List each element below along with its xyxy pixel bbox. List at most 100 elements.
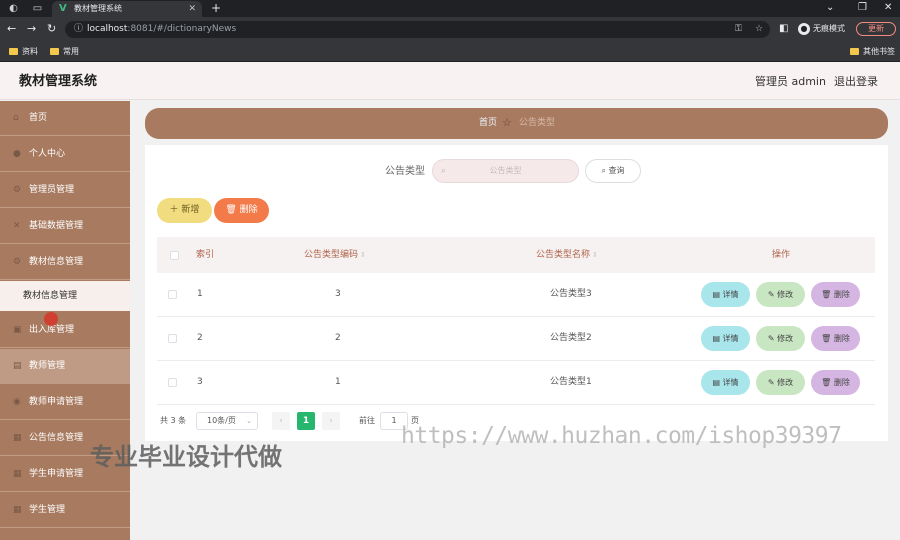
circle-icon: ◉ (13, 397, 21, 407)
bookmark-folder-ziliao[interactable]: 资料 (9, 46, 38, 57)
bookmark-folder-changyong[interactable]: 常用 (50, 46, 79, 57)
sidebar-item-inventory[interactable]: ▣ 出入库管理 (0, 313, 130, 348)
main-panel: 公告类型 ⌕ 公告类型 ⌕ 查询 ＋ 新增 🗑 删除 索引 公告类型编码 ⇕ 公告… (145, 145, 888, 441)
cell-name: 公告类型2 (550, 333, 592, 343)
vue-favicon-icon: V (59, 3, 67, 14)
home-icon: ⌂ (13, 113, 19, 123)
prev-page-button[interactable]: ‹ (272, 412, 290, 430)
side-panel-icon[interactable]: ◧ (779, 23, 788, 35)
breadcrumb: 首页 ☆ 公告类型 (145, 108, 888, 139)
gear-icon: ⚙ (13, 185, 22, 195)
sort-icon[interactable]: ⇕ (592, 251, 598, 259)
detail-button[interactable]: ▤ 详情 (701, 370, 750, 395)
tab-strip-icon[interactable]: ▭ (32, 3, 43, 14)
detail-button[interactable]: ▤ 详情 (701, 282, 750, 307)
pagination-total: 共 3 条 (160, 416, 187, 425)
app-header: 教材管理系统 管理员 admin 退出登录 (0, 62, 900, 100)
cell-code: 3 (335, 289, 341, 299)
reload-icon[interactable]: ↻ (47, 23, 56, 35)
edit-button[interactable]: ✎ 修改 (756, 282, 805, 307)
column-header-code[interactable]: 公告类型编码 ⇕ (304, 250, 366, 261)
query-button[interactable]: ⌕ 查询 (585, 159, 641, 183)
search-input[interactable]: ⌕ 公告类型 (432, 159, 579, 183)
sort-icon[interactable]: ⇕ (360, 251, 366, 259)
sidebar-item-textbook[interactable]: ⚙ 教材信息管理 (0, 245, 130, 280)
sidebar-subitem-label: 教材信息管理 (23, 291, 78, 301)
sidebar-item-label: 学生申请管理 (29, 469, 84, 479)
table-header: 索引 公告类型编码 ⇕ 公告类型名称 ⇕ 操作 (157, 237, 875, 273)
row-checkbox[interactable] (168, 334, 177, 343)
other-bookmarks[interactable]: 其他书签 (850, 46, 895, 57)
row-delete-button[interactable]: 🗑 删除 (811, 282, 860, 307)
row-delete-label: 删除 (833, 290, 850, 299)
sidebar-item-label: 教材信息管理 (29, 257, 84, 267)
sidebar-item-label: 个人中心 (29, 149, 66, 159)
logout-link[interactable]: 退出登录 (834, 75, 878, 89)
row-checkbox[interactable] (168, 290, 177, 299)
cell-index: 1 (197, 289, 203, 299)
grid-icon: ▦ (13, 433, 22, 443)
folder-icon (9, 48, 18, 55)
url-input[interactable]: ⓘ localhost:8081/#/dictionaryNews ⚿ ☆ (65, 21, 770, 38)
new-tab-icon[interactable]: + (211, 2, 221, 14)
browser-address-bar: ← → ↻ ⓘ localhost:8081/#/dictionaryNews … (0, 17, 900, 42)
sidebar-item-teacher[interactable]: ▤ 教师管理 (0, 349, 130, 384)
window-close-icon[interactable]: ✕ (884, 2, 892, 14)
browser-menu-icon[interactable]: ◐ (8, 3, 19, 14)
breadcrumb-home[interactable]: 首页 (479, 118, 497, 129)
back-icon[interactable]: ← (7, 23, 16, 35)
row-checkbox[interactable] (168, 378, 177, 387)
sidebar-item-label: 首页 (29, 113, 48, 123)
edit-button[interactable]: ✎ 修改 (756, 326, 805, 351)
detail-label: 详情 (722, 378, 739, 387)
sidebar-item-label: 教师申请管理 (29, 397, 84, 407)
detail-button[interactable]: ▤ 详情 (701, 326, 750, 351)
box-icon: ▣ (13, 325, 22, 335)
column-header-name-label: 公告类型名称 (536, 250, 591, 260)
forward-icon[interactable]: → (27, 23, 36, 35)
cell-code: 1 (335, 377, 341, 387)
sidebar-item-home[interactable]: ⌂ 首页 (0, 101, 130, 136)
tab-close-icon[interactable]: ✕ (188, 4, 196, 14)
sidebar-item-label: 出入库管理 (29, 325, 75, 335)
sidebar-item-student[interactable]: ▦ 学生管理 (0, 493, 130, 528)
site-info-icon[interactable]: ⓘ (74, 24, 83, 35)
star-icon[interactable]: ☆ (755, 24, 763, 35)
batch-delete-button[interactable]: 🗑 删除 (214, 198, 269, 223)
sidebar-item-basic-data[interactable]: ✕ 基础数据管理 (0, 209, 130, 244)
sidebar-item-profile[interactable]: ● 个人中心 (0, 137, 130, 172)
select-all-checkbox[interactable] (170, 251, 179, 260)
page-size-select[interactable]: 10条/页 ⌄ (196, 412, 258, 430)
bookmarks-bar: 资料 常用 其他书签 (0, 42, 900, 62)
next-page-button[interactable]: › (322, 412, 340, 430)
detail-label: 详情 (722, 334, 739, 343)
incognito-indicator[interactable]: ● 无痕模式 (798, 22, 845, 36)
window-restore-icon[interactable]: ❐ (858, 2, 867, 14)
window-minimize-icon[interactable]: ⌄ (826, 2, 834, 14)
grid-icon: ▦ (13, 505, 22, 515)
update-button[interactable]: 更新 (856, 22, 896, 36)
row-delete-button[interactable]: 🗑 删除 (811, 370, 860, 395)
query-label: 查询 (608, 166, 625, 175)
gear-icon: ⚙ (13, 257, 22, 267)
column-header-code-label: 公告类型编码 (304, 250, 359, 260)
cell-name: 公告类型3 (550, 289, 592, 299)
edit-button[interactable]: ✎ 修改 (756, 370, 805, 395)
sidebar-item-admin[interactable]: ⚙ 管理员管理 (0, 173, 130, 208)
key-icon[interactable]: ⚿ (735, 24, 742, 35)
edit-label: 修改 (777, 378, 794, 387)
edit-label: 修改 (777, 290, 794, 299)
browser-tab[interactable]: V 教材管理系统 ✕ (52, 1, 202, 17)
breadcrumb-current: 公告类型 (519, 118, 556, 128)
edit-label: 修改 (777, 334, 794, 343)
tab-title: 教材管理系统 (74, 4, 122, 13)
sidebar-item-teacher-apply[interactable]: ◉ 教师申请管理 (0, 385, 130, 420)
page-number-current[interactable]: 1 (297, 412, 315, 430)
goto-label: 前往 (359, 416, 375, 425)
table-row: 3 1 公告类型1 ▤ 详情 ✎ 修改 🗑 删除 (157, 361, 875, 405)
column-header-name[interactable]: 公告类型名称 ⇕ (536, 250, 598, 261)
add-button[interactable]: ＋ 新增 (157, 198, 212, 223)
sidebar-subitem-textbook[interactable]: 教材信息管理 (0, 281, 130, 311)
row-delete-button[interactable]: 🗑 删除 (811, 326, 860, 351)
delete-label: 删除 (239, 205, 258, 215)
